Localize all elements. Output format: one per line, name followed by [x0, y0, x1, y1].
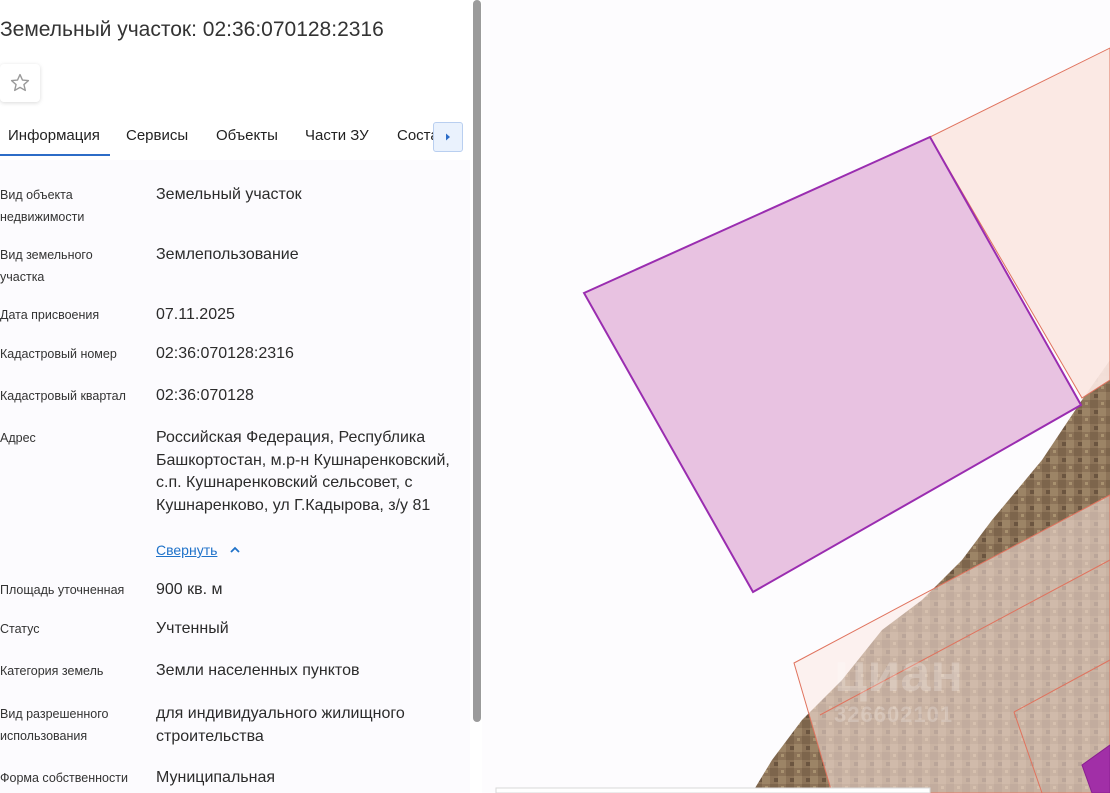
favorite-button[interactable]: [0, 64, 40, 102]
info-label: Адрес: [0, 431, 36, 445]
info-label: Форма собственности: [0, 771, 128, 785]
info-label: Статус: [0, 622, 40, 636]
star-outline-icon: [10, 73, 30, 92]
info-value: 02:36:070128: [156, 387, 254, 404]
info-label: Вид земельного участка: [0, 248, 93, 284]
info-label: Вид разрешенного использования: [0, 707, 109, 743]
collapse-label: Свернуть: [156, 542, 218, 558]
info-label: Кадастровый квартал: [0, 389, 126, 403]
map-view[interactable]: циан 326602101: [482, 0, 1110, 793]
map-bottom-strip: [495, 787, 931, 793]
info-label: Площадь уточненная: [0, 583, 125, 597]
tabs-next-button[interactable]: [433, 122, 463, 152]
info-value: Землепользование: [156, 246, 299, 263]
tab-services[interactable]: Сервисы: [126, 127, 188, 144]
info-label: Вид объекта недвижимости: [0, 188, 85, 224]
chevron-up-icon: [230, 546, 241, 553]
info-label: Кадастровый номер: [0, 347, 117, 361]
watermark-logo: циан: [834, 643, 964, 703]
map-canvas: [495, 47, 1110, 793]
info-label: Дата присвоения: [0, 308, 100, 322]
object-panel: Земельный участок: 02:36:070128:2316 Инф…: [0, 0, 472, 793]
collapse-link[interactable]: Свернуть: [156, 542, 241, 558]
page-title: Земельный участок: 02:36:070128:2316: [0, 18, 384, 41]
info-value: 900 кв. м: [156, 581, 223, 598]
info-value: 02:36:070128:2316: [156, 345, 294, 362]
info-value: для индивидуального жилищного строительс…: [156, 705, 405, 745]
info-value: Земельный участок: [156, 186, 302, 203]
info-section: Вид объекта недвижимости Земельный участ…: [0, 160, 470, 793]
tab-bar: Информация Сервисы Объекты Части ЗУ Сост…: [0, 118, 468, 156]
panel-scrollbar[interactable]: [473, 0, 481, 722]
watermark-id: 326602101: [834, 702, 954, 727]
info-value: Муниципальная: [156, 769, 276, 786]
tab-objects[interactable]: Объекты: [216, 127, 278, 144]
info-label: Категория земель: [0, 664, 104, 678]
info-value: Земли населенных пунктов: [156, 662, 360, 679]
tab-parts[interactable]: Части ЗУ: [305, 127, 369, 144]
tab-info[interactable]: Информация: [0, 127, 110, 156]
info-value: Российская Федерация, Республика Башкорт…: [156, 429, 450, 514]
info-value: 07.11.2025: [156, 306, 235, 323]
info-value: Учтенный: [156, 620, 229, 637]
caret-right-icon: [446, 133, 450, 141]
